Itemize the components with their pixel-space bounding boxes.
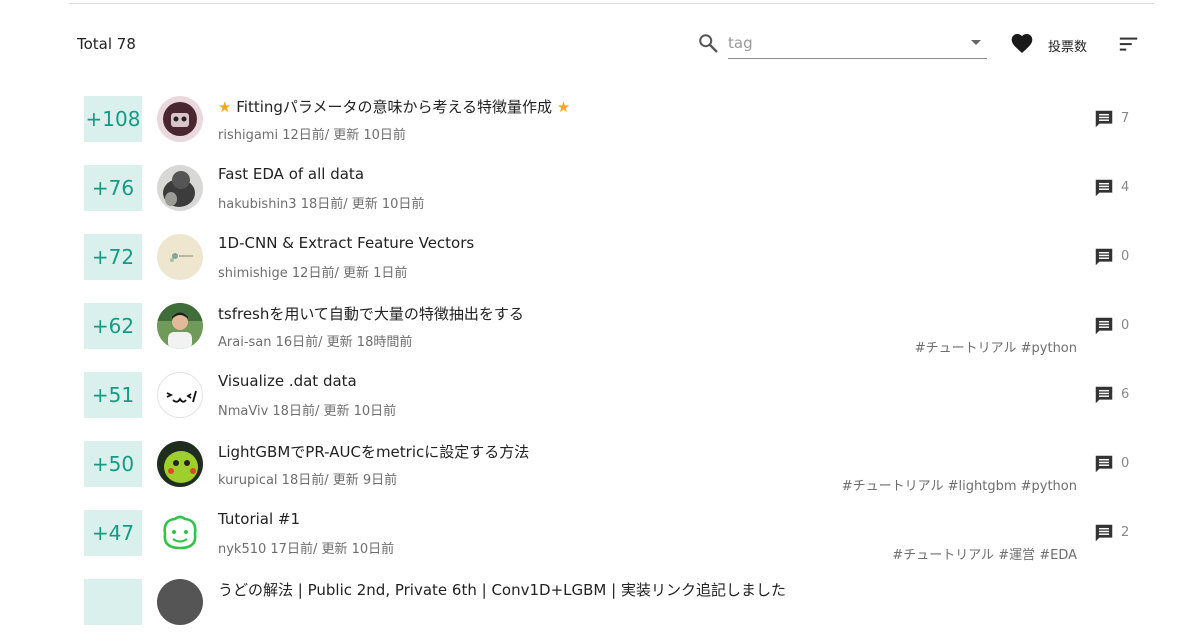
search-icon[interactable] [697,32,719,54]
comment-icon [1095,179,1113,197]
avatar[interactable] [157,234,203,280]
item-title[interactable]: LightGBMでPR-AUCをmetricに設定する方法 [218,441,529,462]
vote-count: +62 [84,303,142,349]
comment-icon [1095,524,1113,542]
item-meta: shimishige 12日前/ 更新 1日前 [218,266,408,281]
avatar[interactable] [157,510,203,556]
vote-count: +47 [84,510,142,556]
tag-filter-input[interactable] [728,32,958,54]
comment-icon [1095,386,1113,404]
vote-count: +108 [84,96,142,142]
item-meta: hakubishin3 18日前/ 更新 10日前 [218,197,425,212]
list-item[interactable]: +50 LightGBMでPR-AUCをmetricに設定する方法 kurupi… [0,431,1200,500]
avatar[interactable] [157,372,203,418]
list-item[interactable]: +76 Fast EDA of all data hakubishin3 18日… [0,155,1200,224]
item-meta: nyk510 17日前/ 更新 10日前 [218,542,395,557]
list-item[interactable]: うどの解法 | Public 2nd, Private 6th | Conv1D… [0,569,1200,638]
comment-count: 0 [1121,318,1130,333]
avatar[interactable] [157,96,203,142]
vote-count [84,579,142,625]
comment-icon [1095,248,1113,266]
comment-count: 4 [1121,180,1130,195]
list-item[interactable]: +51 Visualize .dat data NmaViv 18日前/ 更新 … [0,362,1200,431]
sort-label[interactable]: 投票数 [1048,36,1087,55]
star-icon: ★ [218,98,232,116]
list-item[interactable]: +108 ★ Fittingパラメータの意味から考える特徴量作成 ★ rishi… [0,86,1200,155]
item-meta: NmaViv 18日前/ 更新 10日前 [218,404,397,419]
toolbar: Total 78 投票数 [0,0,1200,86]
vote-count: +72 [84,234,142,280]
item-title[interactable]: うどの解法 | Public 2nd, Private 6th | Conv1D… [218,579,786,600]
comment-count: 0 [1121,456,1130,471]
vote-count: +76 [84,165,142,211]
avatar[interactable] [157,165,203,211]
comment-count: 6 [1121,387,1130,402]
avatar[interactable] [157,441,203,487]
comment-icon [1095,317,1113,335]
comment-count: 7 [1121,111,1130,126]
item-title-text[interactable]: Fittingパラメータの意味から考える特徴量作成 [236,98,552,116]
comment-icon [1095,455,1113,473]
avatar[interactable] [157,303,203,349]
list-item[interactable]: +62 tsfreshを用いて自動で大量の特徴抽出をする Arai-san 16… [0,293,1200,362]
sort-icon[interactable] [1118,33,1140,55]
item-title[interactable]: 1D-CNN & Extract Feature Vectors [218,234,474,252]
avatar[interactable] [157,579,203,625]
comment-count: 0 [1121,249,1130,264]
item-title[interactable]: Fast EDA of all data [218,165,364,183]
list-item[interactable]: +47 Tutorial #1 nyk510 17日前/ 更新 10日前 #チュ… [0,500,1200,569]
heart-icon[interactable] [1010,32,1034,54]
vote-count: +51 [84,372,142,418]
item-title[interactable]: ★ Fittingパラメータの意味から考える特徴量作成 ★ [218,96,570,117]
item-meta: kurupical 18日前/ 更新 9日前 [218,473,398,488]
star-icon: ★ [556,98,571,116]
comment-icon [1095,110,1113,128]
total-count: Total 78 [77,35,136,53]
item-tags[interactable]: #チュートリアル #python [915,337,1077,356]
item-tags[interactable]: #チュートリアル #運営 #EDA [892,544,1077,563]
vote-count: +50 [84,441,142,487]
list-item[interactable]: +72 1D-CNN & Extract Feature Vectors shi… [0,224,1200,293]
item-tags[interactable]: #チュートリアル #lightgbm #python [842,475,1077,494]
item-title[interactable]: tsfreshを用いて自動で大量の特徴抽出をする [218,303,524,324]
item-meta: rishigami 12日前/ 更新 10日前 [218,128,406,143]
comment-count: 2 [1121,525,1130,540]
tag-filter-select[interactable] [728,30,987,59]
item-meta: Arai-san 16日前/ 更新 18時間前 [218,335,413,350]
item-title[interactable]: Visualize .dat data [218,372,357,390]
chevron-down-icon[interactable] [971,40,981,45]
item-title[interactable]: Tutorial #1 [218,510,300,528]
